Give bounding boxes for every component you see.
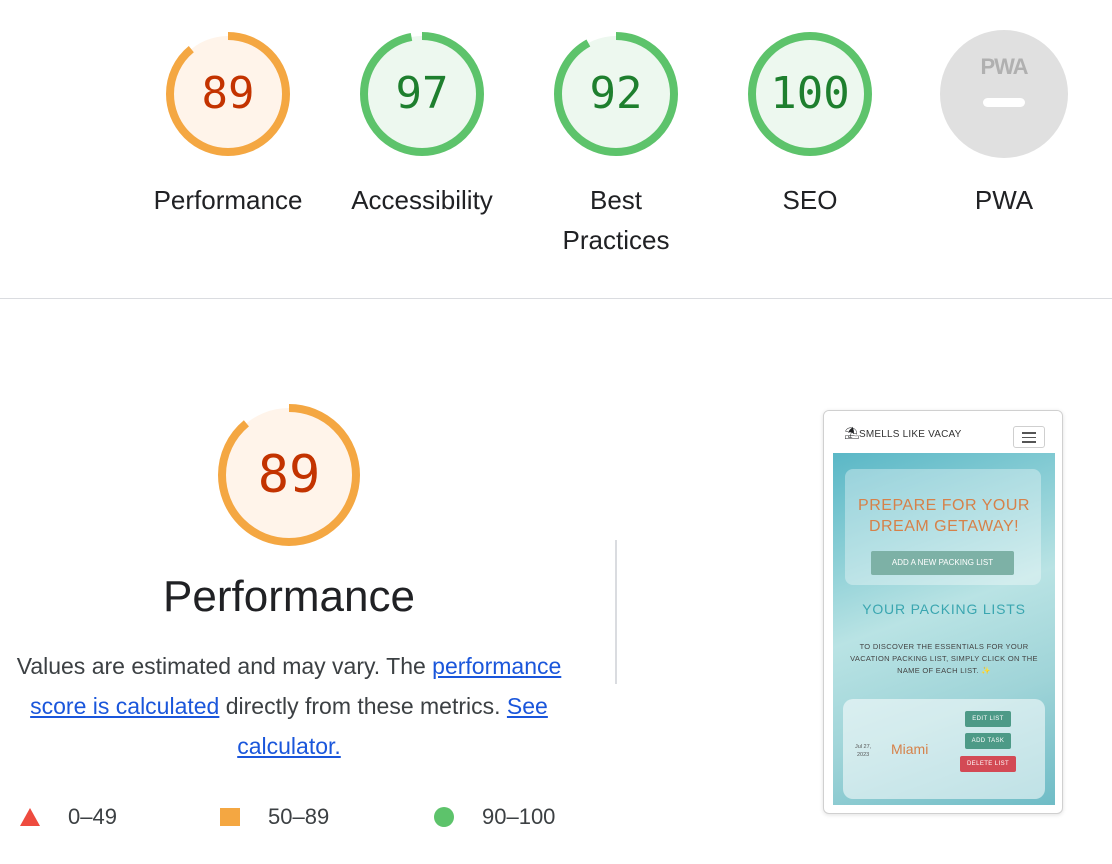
gauge-score: 97 <box>395 68 449 119</box>
preview-delete-list-button: DELETE LIST <box>960 756 1016 772</box>
preview-navbar: ⛱ SMELLS LIKE VACAY <box>824 411 1062 453</box>
gauge-label-line1: Best <box>589 185 643 215</box>
gauge-ring: 89 <box>164 30 292 158</box>
preview-hero: PREPARE FOR YOUR DREAM GETAWAY! ADD A NE… <box>833 453 1055 805</box>
preview-list-date: Jul 27, 2023 <box>855 743 871 759</box>
gauge-seo[interactable]: 100 SEO <box>710 30 910 220</box>
preview-heading: PREPARE FOR YOUR DREAM GETAWAY! <box>843 495 1045 537</box>
gauge-label: Accessibility <box>351 185 493 215</box>
preview-section-title: YOUR PACKING LISTS <box>862 601 1026 617</box>
preview-heading-line1: PREPARE FOR YOUR <box>858 497 1030 514</box>
preview-add-list-button: ADD A NEW PACKING LIST <box>871 551 1014 575</box>
pwa-badge-icon: PWA <box>940 30 1068 158</box>
pwa-badge-text: PWA <box>980 54 1028 79</box>
preview-list-date-line1: Jul 27, <box>855 744 872 750</box>
gauge-score: 100 <box>770 68 850 119</box>
performance-score: 89 <box>257 445 321 505</box>
preview-list-date-line2: 2023 <box>856 752 870 758</box>
preview-edit-list-button: EDIT LIST <box>965 711 1011 727</box>
description-text-1: Values are estimated and may vary. The <box>16 653 433 679</box>
triangle-icon <box>20 808 40 826</box>
preview-list-name: Miami <box>891 741 929 757</box>
final-screenshot-preview[interactable]: ⛱ SMELLS LIKE VACAY PREPARE FOR YOUR DRE… <box>823 410 1063 814</box>
palm-tree-icon: ⛱ <box>844 426 860 440</box>
section-divider <box>0 298 1112 299</box>
gauge-pwa[interactable]: PWA PWA <box>904 30 1104 220</box>
gauge-ring: 92 <box>552 30 680 158</box>
gauge-performance[interactable]: 89 Performance <box>128 30 328 220</box>
gauge-best-practices[interactable]: 92 Best Practices <box>516 30 716 260</box>
gauge-label: SEO <box>782 185 838 215</box>
pwa-badge-svg <box>940 30 1068 158</box>
circle-icon <box>434 807 454 827</box>
gauge-label: PWA <box>974 185 1034 215</box>
gauge-label: Performance <box>153 185 303 215</box>
legend-range: 50–89 <box>268 804 330 829</box>
gauge-score: 92 <box>589 68 643 119</box>
score-gauges: 89 Performance 97 Accessibility 92 Best … <box>0 0 1112 298</box>
preview-heading-line2: DREAM GETAWAY! <box>868 518 1020 535</box>
square-icon <box>220 808 240 826</box>
legend-range: 0–49 <box>68 804 117 829</box>
gauge-score: 89 <box>201 68 255 119</box>
gauge-ring: 97 <box>358 30 486 158</box>
legend-range: 90–100 <box>482 804 556 829</box>
preview-list-card: Jul 27, 2023 Miami EDIT LIST ADD TASK DE… <box>843 699 1045 799</box>
description-text-2: directly from these metrics. <box>219 693 507 719</box>
gauge-accessibility[interactable]: 97 Accessibility <box>322 30 522 220</box>
gauge-ring: 100 <box>746 30 874 158</box>
performance-gauge-large: 89 <box>216 402 362 548</box>
hamburger-menu-icon <box>1013 426 1045 448</box>
gauge-label-line2: Practices <box>562 225 670 255</box>
vertical-divider <box>615 540 617 684</box>
preview-hint-text: TO DISCOVER THE ESSENTIALS FOR YOUR VACA… <box>850 642 1038 675</box>
preview-add-task-button: ADD TASK <box>965 733 1011 749</box>
preview-brand: SMELLS LIKE VACAY <box>859 429 962 440</box>
gauge-label: Best Practices <box>516 180 716 260</box>
performance-description: Values are estimated and may vary. The p… <box>0 646 578 766</box>
performance-title: Performance <box>163 572 415 621</box>
